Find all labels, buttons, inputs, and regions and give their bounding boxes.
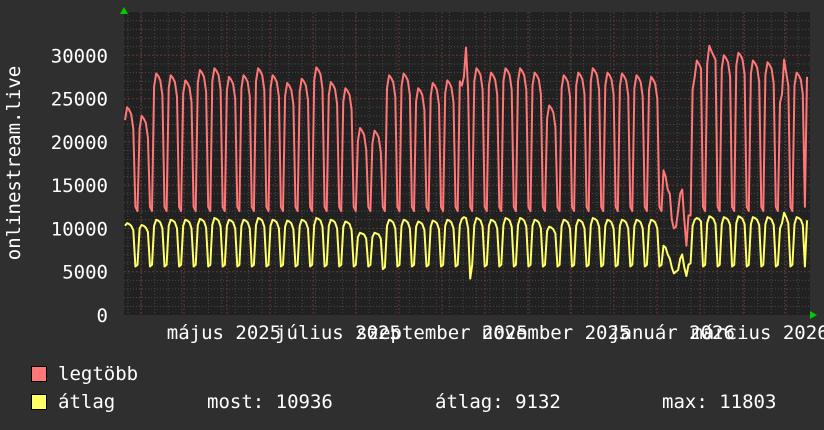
y-axis-ticks: 0 5000 10000 15000 20000 25000 30000	[51, 45, 108, 327]
x-tick-label: november 2025	[482, 322, 631, 344]
legend-max-value: max: 11803	[662, 391, 777, 413]
x-axis-ticks: május 2025július 2025szeptember 2025nove…	[167, 322, 824, 344]
legend-average-value: átlag: 9132	[435, 391, 561, 413]
y-tick-label: 15000	[51, 175, 108, 197]
legend-label-avg: átlag	[58, 391, 116, 413]
y-axis-label: onlinestream.live	[3, 66, 25, 260]
legend-current-value: most: 10936	[207, 391, 333, 413]
x-tick-label: március 2026	[691, 322, 824, 344]
y-tick-label: 5000	[62, 262, 108, 284]
legend-swatch-avg	[31, 394, 47, 410]
y-tick-label: 10000	[51, 218, 108, 240]
legend-label-max: legtöbb	[58, 363, 139, 385]
y-axis-arrow-icon	[120, 7, 128, 14]
y-tick-label: 0	[97, 305, 108, 327]
y-tick-label: 25000	[51, 89, 108, 111]
legend-swatch-max	[31, 366, 47, 382]
x-axis-arrow-icon	[810, 311, 817, 319]
chart-container: 0 5000 10000 15000 20000 25000 30000 május 202…	[0, 0, 824, 430]
x-tick-label: május 2025	[167, 322, 281, 344]
y-tick-label: 30000	[51, 45, 108, 67]
y-tick-label: 20000	[51, 132, 108, 154]
